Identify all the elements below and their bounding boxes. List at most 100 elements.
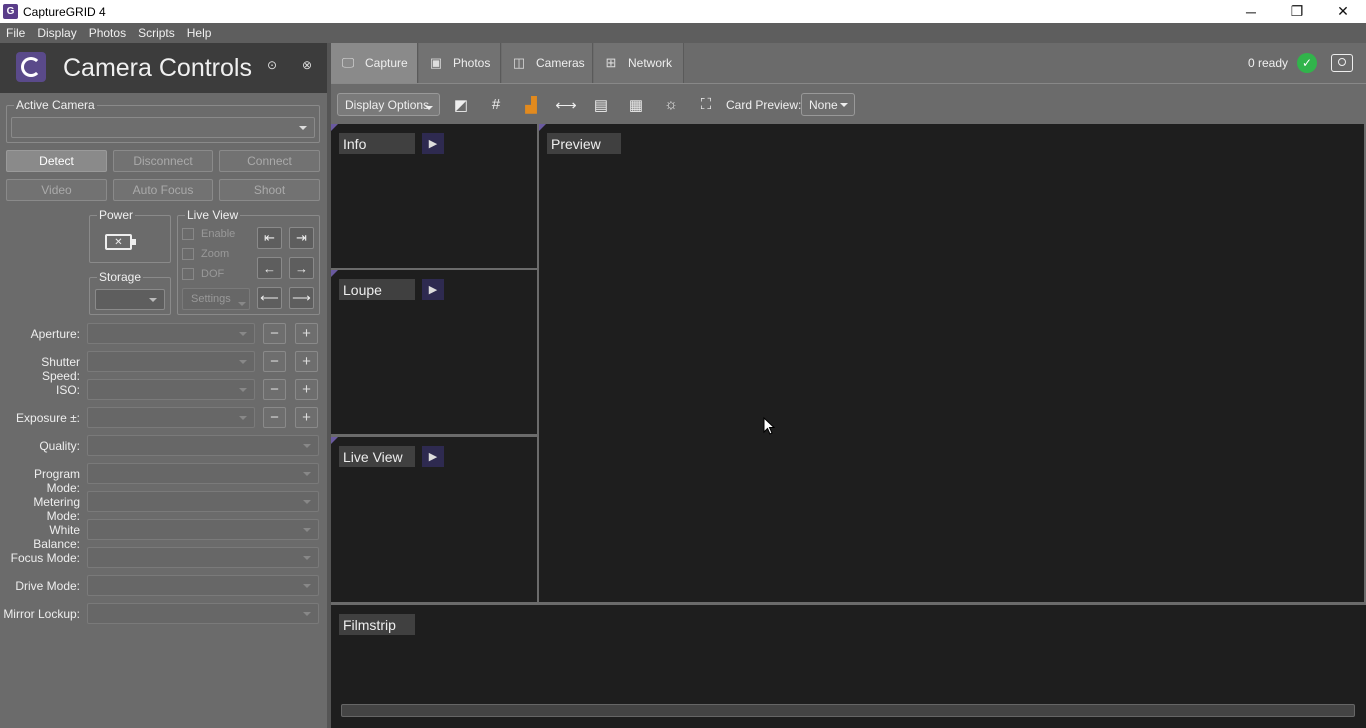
decrease-button[interactable]: −	[263, 407, 286, 428]
menu-photos[interactable]: Photos	[83, 26, 132, 40]
focus-far-small-button[interactable]: ⇤	[257, 227, 282, 249]
live-view-panel-title: Live View	[339, 446, 415, 467]
close-button[interactable]: ✕	[1320, 0, 1366, 23]
property-select[interactable]	[87, 603, 319, 624]
live-view-panel-corner	[331, 437, 338, 444]
property-select[interactable]	[87, 491, 319, 512]
camera-controls-header: Camera Controls ⊙ ⊗	[0, 43, 327, 93]
decrease-button[interactable]: −	[263, 379, 286, 400]
loupe-expand-button[interactable]: ▶	[422, 279, 444, 300]
focus-near-large-button[interactable]: ⟶	[289, 287, 314, 309]
menu-scripts[interactable]: Scripts	[132, 26, 181, 40]
focus-near-medium-button[interactable]: →	[289, 257, 314, 279]
app-logo-icon: G	[3, 4, 18, 19]
restore-button[interactable]: ❐	[1274, 0, 1320, 23]
live-view-panel: Live View ▶	[331, 437, 537, 602]
focus-far-medium-button[interactable]: ←	[257, 257, 282, 279]
property-select[interactable]	[87, 435, 319, 456]
power-label: Power	[97, 208, 136, 222]
focus-far-large-button[interactable]: ⟵	[257, 287, 282, 309]
exposure-icon[interactable]: ◩	[450, 94, 472, 115]
property-label: Quality:	[39, 439, 80, 453]
property-select[interactable]	[87, 547, 319, 568]
panel-float-icon[interactable]: ⊙	[265, 58, 279, 72]
decrease-button[interactable]: −	[263, 351, 286, 372]
property-select[interactable]	[87, 519, 319, 540]
increase-button[interactable]: +	[295, 351, 318, 372]
zoom-checkbox[interactable]	[182, 248, 194, 260]
title-bar: G CaptureGRID 4 ─ ❐ ✕	[0, 0, 1366, 23]
detect-button[interactable]: Detect	[6, 150, 107, 172]
display-options-label: Display Options	[345, 97, 430, 112]
camera-icon: ◫	[512, 55, 526, 70]
property-select[interactable]	[87, 379, 255, 400]
grid-icon[interactable]: #	[485, 94, 507, 115]
preview-panel-title: Preview	[547, 133, 621, 154]
loupe-panel-title: Loupe	[339, 279, 415, 300]
storage-label: Storage	[97, 270, 144, 284]
zoom-label: Zoom	[201, 248, 230, 260]
storage-select[interactable]	[95, 289, 165, 310]
info-expand-button[interactable]: ▶	[422, 133, 444, 154]
overlay-icon[interactable]: ▤	[590, 94, 612, 115]
property-label: Focus Mode:	[10, 551, 80, 565]
card-preview-select[interactable]: None	[801, 93, 855, 116]
tab-cameras[interactable]: ◫ Cameras	[502, 43, 593, 83]
tab-photos-label: Photos	[453, 56, 491, 70]
property-label: Exposure ±:	[16, 411, 80, 425]
menu-display[interactable]: Display	[31, 26, 82, 40]
info-panel-title: Info	[339, 133, 415, 154]
enable-checkbox-row[interactable]: Enable	[182, 228, 235, 240]
panel-close-icon[interactable]: ⊗	[300, 58, 314, 72]
property-select[interactable]	[87, 575, 319, 596]
live-view-label: Live View	[185, 208, 241, 222]
auto-focus-button[interactable]: Auto Focus	[113, 179, 213, 201]
active-camera-select[interactable]	[11, 117, 315, 138]
focus-near-small-button[interactable]: ⇥	[289, 227, 314, 249]
enable-checkbox[interactable]	[182, 228, 194, 240]
minimize-button[interactable]: ─	[1228, 0, 1274, 23]
property-select[interactable]	[87, 323, 255, 344]
crop-frame-icon[interactable]: ⛶	[695, 94, 717, 115]
live-view-settings-button[interactable]: Settings	[182, 288, 250, 310]
increase-button[interactable]: +	[295, 407, 318, 428]
card-preview-value: None	[809, 97, 838, 112]
disconnect-button[interactable]: Disconnect	[113, 150, 213, 172]
battery-empty-icon: ✕	[105, 234, 132, 250]
menu-file[interactable]: File	[0, 26, 31, 40]
property-label: Drive Mode:	[15, 579, 80, 593]
brightness-icon[interactable]: ☼	[660, 94, 682, 115]
monitor-icon: 🖵	[341, 55, 355, 70]
live-view-expand-button[interactable]: ▶	[422, 446, 444, 467]
window-title: CaptureGRID 4	[23, 4, 106, 19]
dof-checkbox-row[interactable]: DOF	[182, 268, 224, 280]
checkerboard-icon[interactable]: ▦	[625, 94, 647, 115]
menu-help[interactable]: Help	[181, 26, 218, 40]
video-button[interactable]: Video	[6, 179, 107, 201]
property-select[interactable]	[87, 407, 255, 428]
increase-button[interactable]: +	[295, 323, 318, 344]
zoom-checkbox-row[interactable]: Zoom	[182, 248, 229, 260]
photos-icon: ▣	[429, 55, 443, 70]
capture-camera-icon[interactable]	[1331, 54, 1353, 72]
loupe-panel-corner	[331, 270, 338, 277]
loupe-panel: Loupe ▶	[331, 270, 537, 434]
status-area: 0 ready ✓	[1248, 43, 1366, 83]
shoot-button[interactable]: Shoot	[219, 179, 320, 201]
display-options-dropdown[interactable]: Display Options	[337, 93, 440, 116]
increase-button[interactable]: +	[295, 379, 318, 400]
dof-checkbox[interactable]	[182, 268, 194, 280]
tab-photos[interactable]: ▣ Photos	[419, 43, 501, 83]
histogram-icon[interactable]: ▟	[520, 94, 542, 115]
connect-button[interactable]: Connect	[219, 150, 320, 172]
tab-capture[interactable]: 🖵 Capture	[331, 43, 418, 83]
battery-tip	[132, 239, 136, 245]
filmstrip-scrollbar[interactable]	[341, 704, 1355, 717]
property-select[interactable]	[87, 351, 255, 372]
property-select[interactable]	[87, 463, 319, 484]
property-label: Mirror Lockup:	[3, 607, 80, 621]
decrease-button[interactable]: −	[263, 323, 286, 344]
tab-capture-label: Capture	[365, 56, 408, 70]
fit-width-icon[interactable]: ⟷	[555, 94, 577, 115]
tab-network[interactable]: ⊞ Network	[594, 43, 684, 83]
